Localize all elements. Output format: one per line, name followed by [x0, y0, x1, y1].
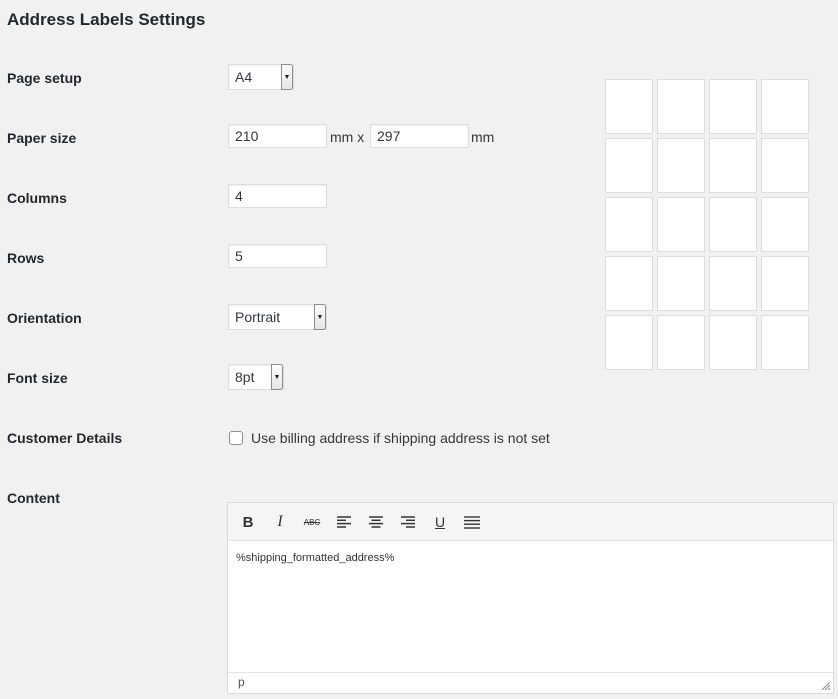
- content-editor[interactable]: B I ABC U %shipping_formatted_address% p: [227, 502, 834, 694]
- font-size-value: 8pt: [235, 369, 255, 385]
- customer-details-label: Customer Details: [7, 430, 123, 446]
- align-left-icon[interactable]: [332, 511, 356, 533]
- align-center-icon[interactable]: [364, 511, 388, 533]
- label-preview-cell: [709, 256, 757, 311]
- label-preview-cell: [709, 138, 757, 193]
- font-size-label: Font size: [7, 370, 68, 386]
- font-size-select[interactable]: 8pt ▼: [228, 364, 284, 390]
- page-setup-label: Page setup: [7, 70, 82, 86]
- orientation-value: Portrait: [235, 309, 281, 325]
- rows-label: Rows: [7, 250, 45, 266]
- editor-toolbar: B I ABC U: [228, 503, 833, 541]
- orientation-label: Orientation: [7, 310, 82, 326]
- resize-handle-icon[interactable]: [822, 682, 830, 690]
- label-preview-cell: [761, 256, 809, 311]
- page-title: Address Labels Settings: [7, 10, 206, 29]
- label-preview-cell: [657, 256, 705, 311]
- italic-icon[interactable]: I: [268, 511, 292, 533]
- label-preview-cell: [605, 197, 653, 252]
- editor-content[interactable]: %shipping_formatted_address%: [236, 552, 394, 564]
- billing-address-checkbox-label[interactable]: Use billing address if shipping address …: [251, 430, 550, 446]
- label-preview-cell: [761, 197, 809, 252]
- page-setup-select[interactable]: A4 ▼: [228, 64, 294, 90]
- underline-icon[interactable]: U: [428, 511, 452, 533]
- label-preview-cell: [709, 315, 757, 370]
- justify-icon[interactable]: [460, 511, 484, 533]
- bold-icon[interactable]: B: [236, 511, 260, 533]
- label-preview-cell: [761, 138, 809, 193]
- page-setup-value: A4: [235, 69, 253, 85]
- element-path[interactable]: p: [238, 675, 245, 689]
- label-preview-cell: [709, 197, 757, 252]
- label-preview-cell: [761, 79, 809, 134]
- label-preview-cell: [657, 138, 705, 193]
- paper-size-label: Paper size: [7, 130, 77, 146]
- label-preview-cell: [605, 256, 653, 311]
- columns-label: Columns: [7, 190, 67, 206]
- chevron-down-icon: ▼: [281, 64, 293, 90]
- label-preview-cell: [761, 315, 809, 370]
- label-preview-cell: [709, 79, 757, 134]
- columns-input[interactable]: [228, 184, 327, 208]
- chevron-down-icon: ▼: [314, 304, 326, 330]
- rows-input[interactable]: [228, 244, 327, 268]
- paper-height-unit: mm: [471, 129, 495, 145]
- paper-height-input[interactable]: [370, 124, 469, 148]
- paper-width-input[interactable]: [228, 124, 327, 148]
- label-preview-cell: [605, 79, 653, 134]
- content-label: Content: [7, 490, 60, 506]
- paper-width-unit: mm x: [330, 129, 365, 145]
- editor-statusbar: p: [228, 672, 833, 693]
- billing-address-checkbox[interactable]: [229, 431, 243, 445]
- strikethrough-icon[interactable]: ABC: [300, 511, 324, 533]
- orientation-select[interactable]: Portrait ▼: [228, 304, 327, 330]
- label-preview-cell: [605, 138, 653, 193]
- label-preview-cell: [657, 315, 705, 370]
- align-right-icon[interactable]: [396, 511, 420, 533]
- label-preview-cell: [657, 197, 705, 252]
- label-preview-cell: [657, 79, 705, 134]
- chevron-down-icon: ▼: [271, 364, 283, 390]
- label-preview-cell: [605, 315, 653, 370]
